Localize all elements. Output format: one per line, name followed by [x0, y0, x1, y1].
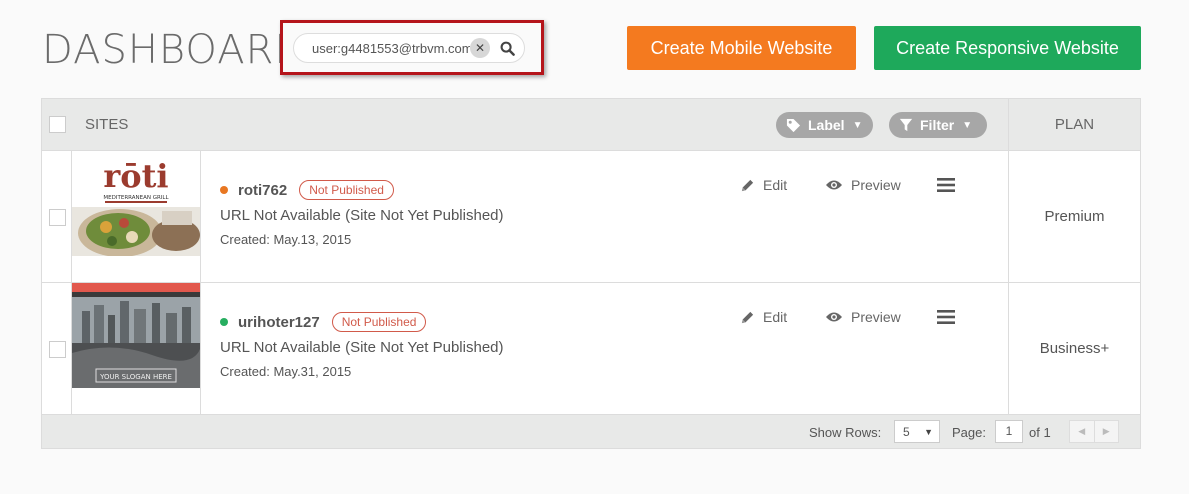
eye-icon [825, 179, 843, 191]
show-rows-label: Show Rows: [809, 425, 882, 440]
edit-label: Edit [763, 177, 788, 193]
page-number-input[interactable]: 1 [995, 420, 1023, 443]
create-mobile-website-button[interactable]: Create Mobile Website [627, 26, 856, 70]
row-divider [200, 151, 201, 283]
rows-per-page-select[interactable]: 5 ▼ [894, 420, 940, 443]
status-badge: Not Published [331, 312, 427, 332]
page-title: DASHBOARD [42, 27, 307, 73]
table-row: rōti MEDITERRANEAN GRILL roti762 Not Pub… [42, 151, 1140, 283]
row-menu-button[interactable] [937, 310, 963, 324]
rows-per-page-value: 5 [903, 424, 910, 439]
site-thumbnail[interactable]: YOUR SLOGAN HERE [72, 283, 200, 388]
plan-cell: Business+ [1039, 340, 1110, 357]
pencil-icon [740, 178, 755, 193]
preview-label: Preview [851, 309, 901, 325]
label-dropdown-button[interactable]: Label ▼ [776, 112, 873, 138]
edit-button[interactable]: Edit [740, 309, 787, 325]
create-responsive-website-button[interactable]: Create Responsive Website [874, 26, 1141, 70]
site-created-date: Created: May.13, 2015 [220, 232, 352, 247]
clear-search-icon[interactable]: ✕ [470, 38, 490, 58]
tag-icon [786, 118, 801, 133]
preview-button[interactable]: Preview [825, 177, 901, 193]
table-footer: Show Rows: 5 ▼ Page: 1 of 1 ◀ ▶ [42, 415, 1140, 448]
next-page-icon[interactable]: ▶ [1093, 421, 1119, 442]
status-dot [220, 318, 228, 326]
page-count-label: of 1 [1029, 425, 1051, 440]
dashboard-page: DASHBOARD ✕ Create Mobile Website Create… [0, 0, 1189, 494]
caret-down-icon: ▼ [852, 119, 863, 131]
prev-page-icon[interactable]: ◀ [1070, 421, 1094, 442]
filter-icon [899, 118, 913, 132]
table-header: SITES Label ▼ Filter ▼ PLAN [42, 99, 1140, 151]
edit-button[interactable]: Edit [740, 177, 787, 193]
search-input[interactable] [312, 40, 470, 56]
pencil-icon [740, 310, 755, 325]
row-checkbox[interactable] [49, 341, 66, 358]
site-name-link[interactable]: roti762 [238, 182, 287, 199]
thumb-brand-text: rōti [103, 157, 168, 195]
row-divider [200, 283, 201, 415]
site-name-link[interactable]: urihoter127 [238, 314, 320, 331]
row-checkbox[interactable] [49, 209, 66, 226]
row-menu-button[interactable] [937, 178, 963, 192]
eye-icon [825, 311, 843, 323]
site-url: URL Not Available (Site Not Yet Publishe… [220, 207, 504, 224]
label-pill-text: Label [808, 117, 845, 133]
caret-down-icon: ▼ [962, 119, 973, 131]
plan-column-header: PLAN [1054, 116, 1095, 133]
site-info: urihoter127 Not Published URL Not Availa… [220, 311, 504, 379]
search-box: ✕ [293, 33, 525, 63]
pagination-controls: ◀ ▶ [1069, 420, 1119, 443]
edit-label: Edit [763, 309, 788, 325]
thumb-slogan-text: YOUR SLOGAN HERE [99, 373, 172, 381]
filter-pill-text: Filter [920, 117, 955, 133]
select-all-checkbox[interactable] [49, 116, 66, 133]
search-icon[interactable] [496, 37, 518, 59]
status-dot [220, 186, 228, 194]
site-url: URL Not Available (Site Not Yet Publishe… [220, 339, 504, 356]
site-created-date: Created: May.31, 2015 [220, 364, 352, 379]
sites-column-header: SITES [85, 116, 129, 133]
plan-cell: Premium [1044, 208, 1105, 225]
sites-table: SITES Label ▼ Filter ▼ PLAN rōti MEDITER… [41, 98, 1141, 449]
filter-dropdown-button[interactable]: Filter ▼ [889, 112, 987, 138]
hamburger-menu-icon [937, 178, 955, 192]
preview-label: Preview [851, 177, 901, 193]
caret-down-icon: ▼ [924, 426, 933, 437]
hamburger-menu-icon [937, 310, 955, 324]
search-highlight-box: ✕ [280, 20, 544, 75]
site-thumbnail[interactable]: rōti MEDITERRANEAN GRILL [72, 151, 200, 256]
preview-button[interactable]: Preview [825, 309, 901, 325]
thumb-tagline-text: MEDITERRANEAN GRILL [103, 195, 169, 201]
table-row: YOUR SLOGAN HERE urihoter127 Not Publish… [42, 283, 1140, 415]
status-badge: Not Published [299, 180, 394, 200]
page-label: Page: [952, 425, 986, 440]
site-info: roti762 Not Published URL Not Available … [220, 179, 504, 247]
